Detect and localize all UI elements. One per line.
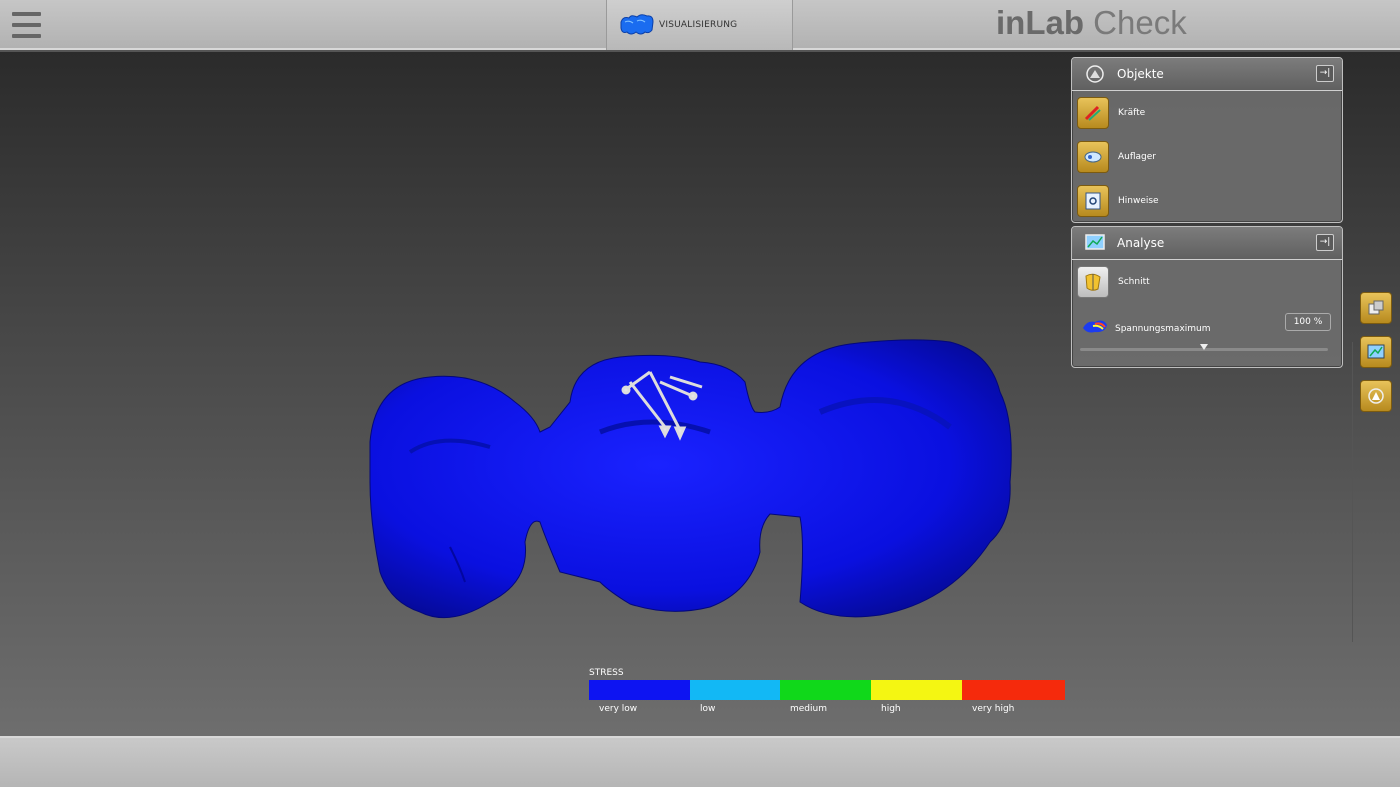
analyse-item-spannungsmaximum: Spannungsmaximum 100 % xyxy=(1072,304,1342,351)
objekte-panel-header[interactable]: Objekte →| xyxy=(1072,58,1342,91)
spannungsmaximum-value[interactable]: 100 % xyxy=(1285,313,1331,331)
legend-label: low xyxy=(700,704,716,714)
objekte-item-kraefte[interactable]: Kräfte xyxy=(1072,91,1342,135)
side-divider xyxy=(1352,342,1353,642)
legend-swatch xyxy=(589,680,690,700)
objects-icon xyxy=(1086,65,1104,83)
dental-bridge-model[interactable] xyxy=(350,282,1020,632)
analyse-panel: Analyse →| Schnitt Spannungsmaximum 100 … xyxy=(1071,226,1343,368)
tab-label: VISUALISIERUNG xyxy=(659,20,738,30)
bridge-visualization-icon xyxy=(620,14,654,35)
hinweise-label: Hinweise xyxy=(1118,196,1159,206)
app-brand: inLab Check xyxy=(996,4,1187,42)
supports-icon[interactable] xyxy=(1077,141,1109,173)
legend-color-bar xyxy=(589,680,1065,700)
notes-icon[interactable] xyxy=(1077,185,1109,217)
legend-title: STRESS xyxy=(589,668,624,678)
stress-map-icon xyxy=(1083,320,1107,333)
auflager-label: Auflager xyxy=(1118,152,1156,162)
legend-swatch xyxy=(962,680,1065,700)
analyse-title: Analyse xyxy=(1117,236,1165,250)
tab-visualisierung[interactable]: VISUALISIERUNG xyxy=(606,0,793,50)
stress-legend: STRESS very low low medium high very high xyxy=(589,668,1065,718)
analyse-item-schnitt[interactable]: Schnitt xyxy=(1072,260,1342,304)
legend-labels: very low low medium high very high xyxy=(589,704,1065,718)
legend-swatch xyxy=(871,680,962,700)
analyse-panel-header[interactable]: Analyse →| xyxy=(1072,227,1342,260)
objekte-title: Objekte xyxy=(1117,67,1164,81)
menu-icon[interactable] xyxy=(12,12,41,38)
objekte-item-auflager[interactable]: Auflager xyxy=(1072,135,1342,179)
3d-viewport[interactable]: Objekte →| Kräfte Auflager Hinweise Anal… xyxy=(0,52,1400,736)
top-toolbar: VISUALISIERUNG inLab Check xyxy=(0,0,1400,50)
kraefte-label: Kräfte xyxy=(1118,108,1146,118)
analysis-icon xyxy=(1085,234,1105,250)
collapse-analyse-icon[interactable]: →| xyxy=(1316,234,1334,251)
legend-swatch xyxy=(690,680,780,700)
legend-label: very low xyxy=(599,704,638,714)
collapse-objekte-icon[interactable]: →| xyxy=(1316,65,1334,82)
objekte-panel: Objekte →| Kräfte Auflager Hinweise xyxy=(1071,57,1343,223)
legend-label: very high xyxy=(972,704,1015,714)
schnitt-label: Schnitt xyxy=(1118,277,1150,287)
spannungsmaximum-label: Spannungsmaximum xyxy=(1115,324,1211,334)
slider-thumb[interactable] xyxy=(1200,344,1208,350)
brand-bold: inLab xyxy=(996,4,1084,41)
legend-label: high xyxy=(881,704,901,714)
objects-view-icon[interactable] xyxy=(1360,380,1392,412)
analysis-view-icon[interactable] xyxy=(1360,336,1392,368)
brand-light: Check xyxy=(1093,4,1187,41)
cube-view-icon[interactable] xyxy=(1360,292,1392,324)
bottom-toolbar xyxy=(0,736,1400,787)
forces-icon[interactable] xyxy=(1077,97,1109,129)
cut-icon[interactable] xyxy=(1077,266,1109,298)
spannungsmaximum-slider[interactable] xyxy=(1080,344,1328,351)
legend-swatch xyxy=(780,680,871,700)
objekte-item-hinweise[interactable]: Hinweise xyxy=(1072,179,1342,222)
legend-label: medium xyxy=(790,704,827,714)
